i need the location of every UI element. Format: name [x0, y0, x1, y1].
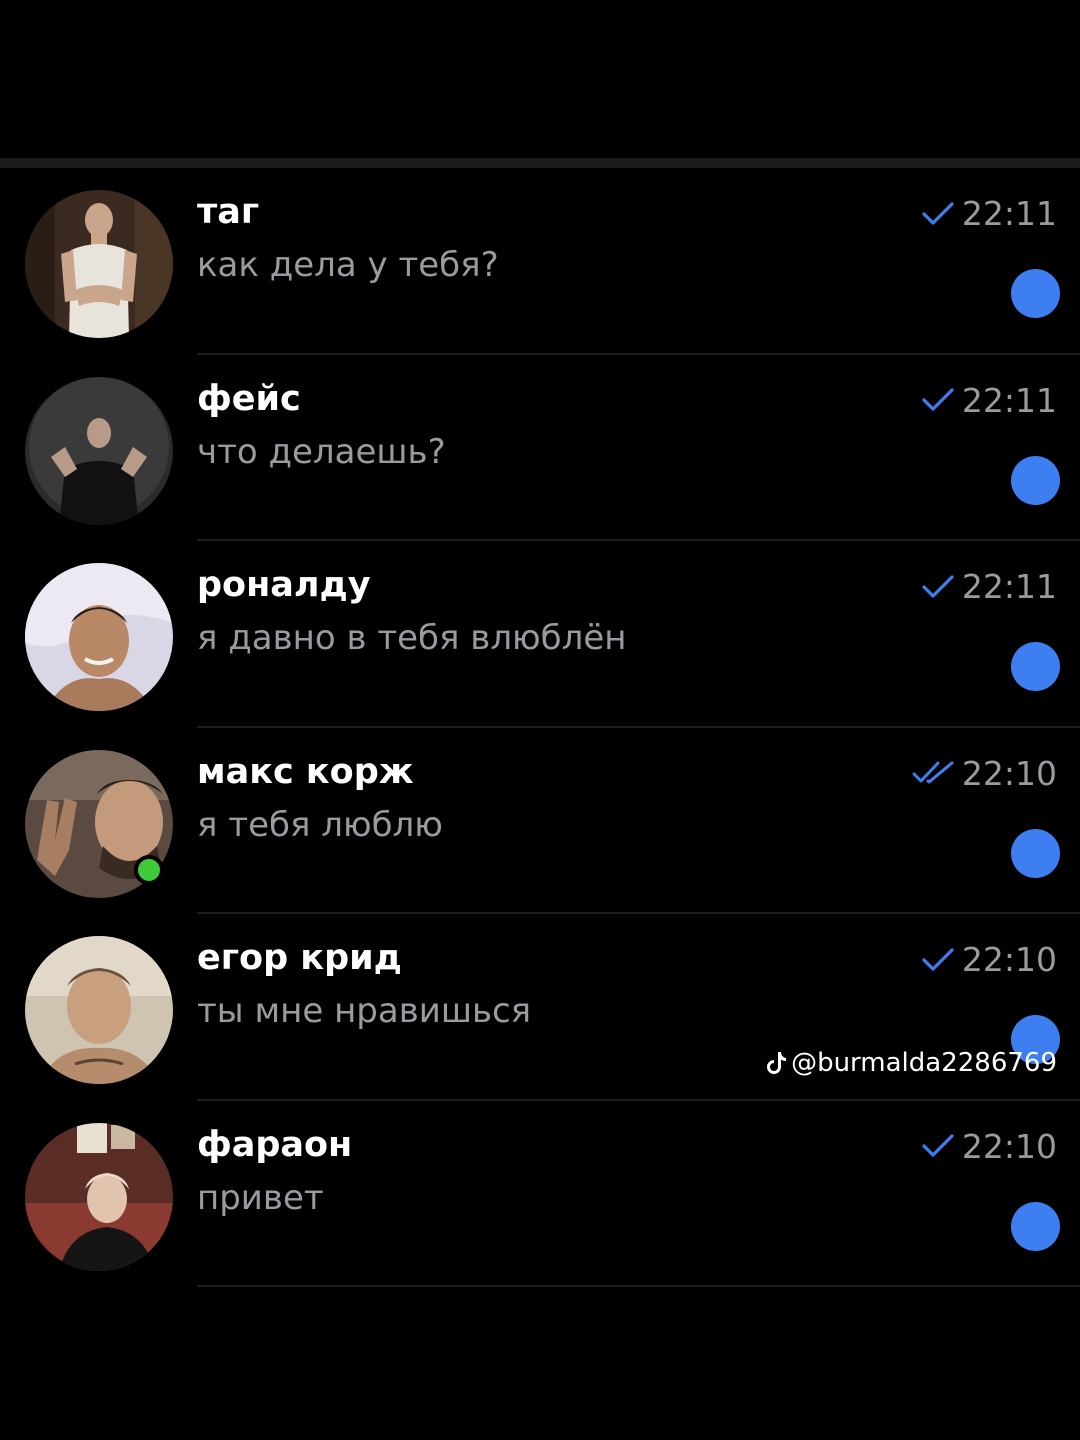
- chat-row[interactable]: роналду я давно в тебя влюблён 22:11: [0, 541, 1080, 728]
- chat-time: 22:10: [961, 940, 1057, 979]
- chat-name: роналду: [197, 565, 371, 605]
- chat-name: макс корж: [197, 751, 414, 792]
- unread-badge: [1011, 455, 1060, 505]
- single-check-icon: [922, 388, 954, 411]
- chat-time: 22:11: [961, 194, 1057, 233]
- watermark-text: @burmalda2286769: [791, 1048, 1057, 1078]
- chat-meta: 22:10: [922, 1127, 1057, 1166]
- chat-row[interactable]: фейс что делаешь? 22:11: [0, 355, 1080, 541]
- double-check-icon: [912, 761, 954, 784]
- chat-row[interactable]: фараон привет 22:10: [0, 1101, 1080, 1287]
- avatar: [25, 190, 173, 338]
- unread-badge: [1011, 828, 1060, 878]
- single-check-icon: [922, 1134, 954, 1157]
- chat-row[interactable]: таг как дела у тебя? 22:11: [0, 168, 1080, 355]
- chat-time: 22:11: [961, 380, 1057, 420]
- single-check-icon: [922, 201, 954, 225]
- chat-name: фараон: [197, 1124, 353, 1165]
- single-check-icon: [922, 947, 954, 971]
- chat-meta: 22:11: [922, 567, 1057, 606]
- chat-last-message: я тебя люблю: [197, 804, 443, 845]
- chat-time: 22:10: [961, 1126, 1057, 1166]
- chat-last-message: как дела у тебя?: [197, 245, 499, 285]
- chat-meta: 22:11: [922, 381, 1057, 420]
- online-indicator: [134, 854, 164, 885]
- chat-name: егор крид: [197, 938, 402, 978]
- chat-last-message: что делаешь?: [197, 431, 446, 472]
- avatar: [25, 936, 173, 1084]
- avatar: [25, 1122, 173, 1271]
- avatar: [25, 563, 173, 711]
- chat-last-message: я давно в тебя влюблён: [197, 618, 627, 658]
- chat-meta: 22:11: [922, 194, 1057, 233]
- avatar: [25, 376, 173, 525]
- chat-last-message: привет: [197, 1177, 324, 1218]
- unread-badge: [1011, 642, 1060, 691]
- chat-meta: 22:10: [912, 754, 1057, 793]
- chat-meta: 22:10: [922, 940, 1057, 979]
- unread-badge: [1011, 269, 1060, 318]
- chat-row[interactable]: макс корж я тебя люблю 22:10: [0, 728, 1080, 914]
- chat-time: 22:10: [961, 753, 1057, 793]
- header-divider: [0, 158, 1080, 168]
- tiktok-icon: [767, 1052, 787, 1074]
- chat-name: таг: [197, 192, 260, 232]
- chat-last-message: ты мне нравишься: [197, 991, 532, 1031]
- chat-name: фейс: [197, 378, 301, 419]
- single-check-icon: [922, 574, 954, 598]
- top-bar: [0, 0, 1080, 158]
- chat-time: 22:11: [961, 567, 1057, 606]
- row-divider: [197, 1285, 1080, 1287]
- tiktok-watermark: @burmalda2286769: [765, 1048, 1057, 1078]
- chat-list: таг как дела у тебя? 22:11 фейс что дела…: [0, 168, 1080, 1287]
- unread-badge: [1011, 1201, 1060, 1251]
